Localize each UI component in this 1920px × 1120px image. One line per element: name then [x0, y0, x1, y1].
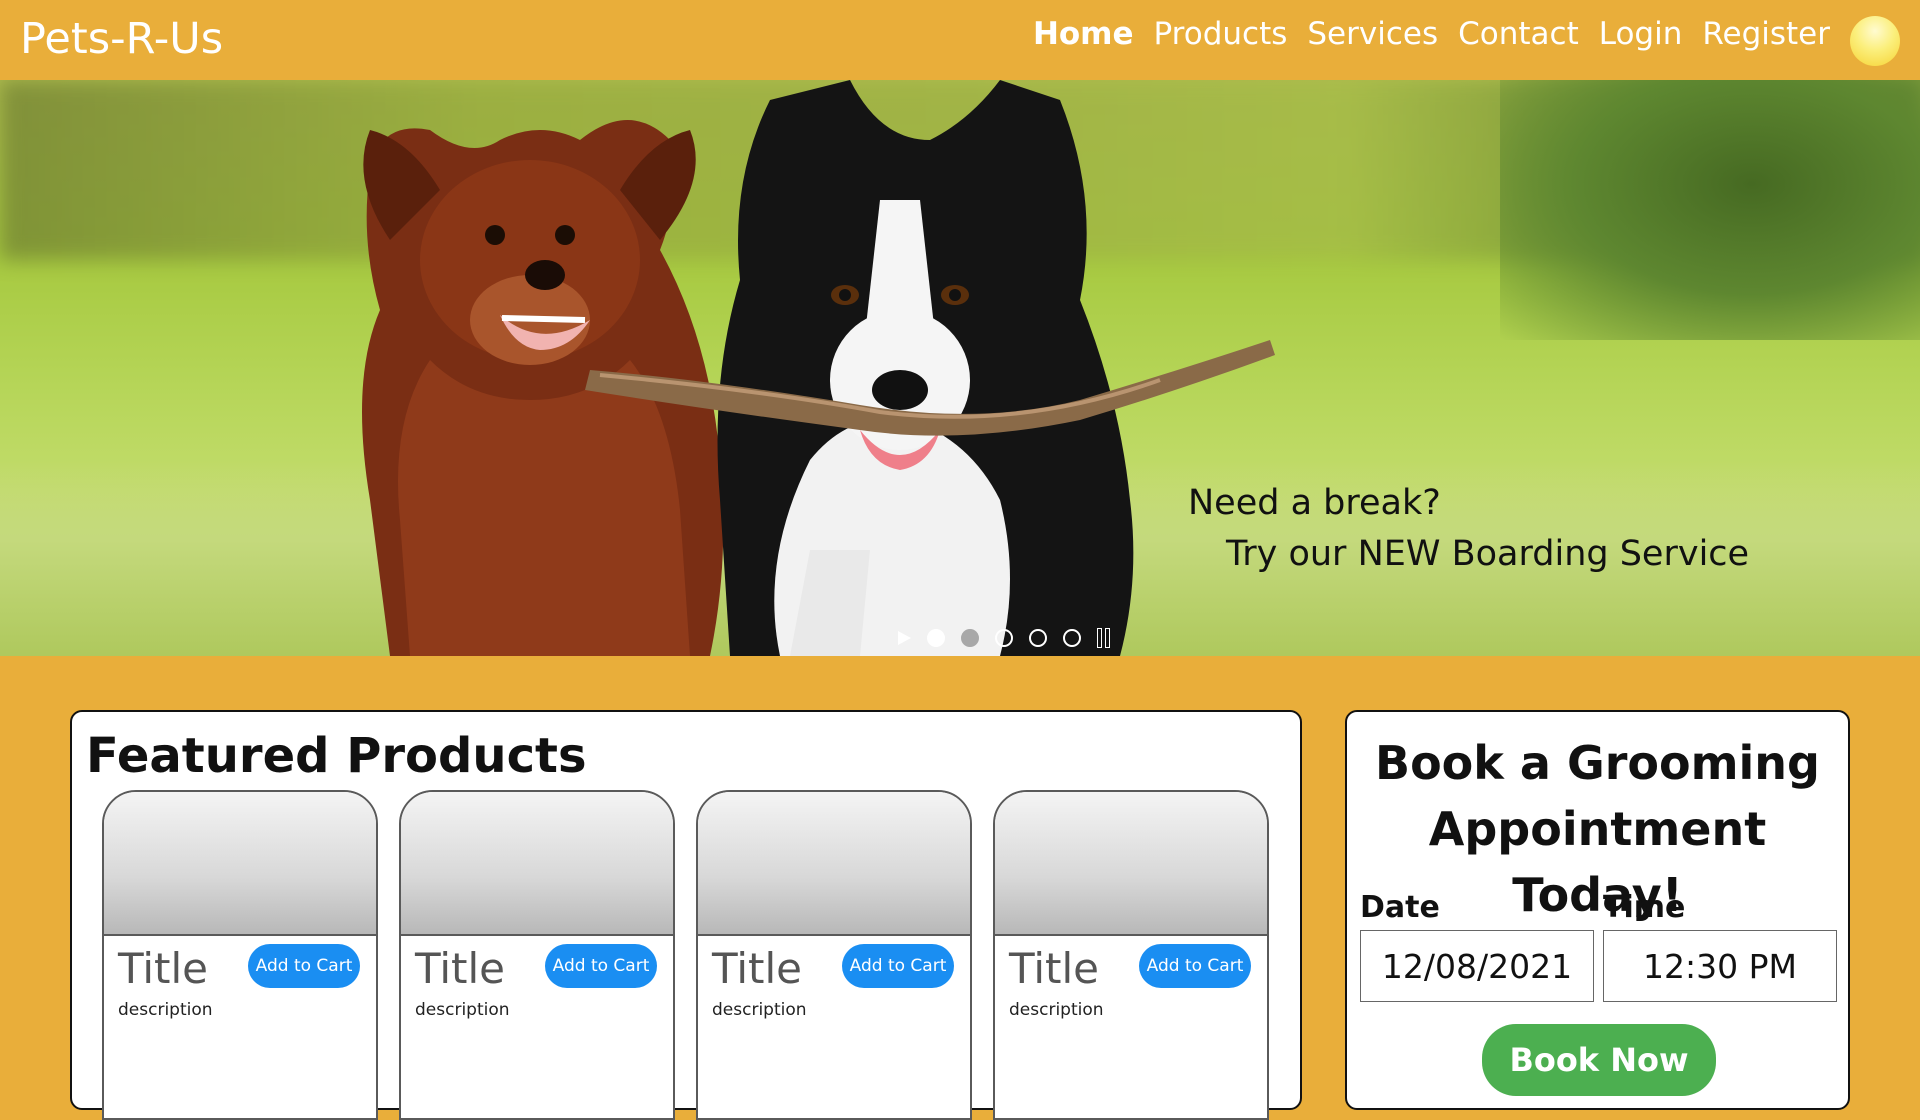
product-image-placeholder	[995, 792, 1267, 936]
hero-carousel: Need a break? Try our NEW Boarding Servi…	[0, 80, 1920, 656]
nav-contact[interactable]: Contact	[1458, 16, 1579, 53]
product-card[interactable]: Title Add to Cart description	[696, 790, 972, 1120]
site-logo[interactable]: Pets-R-Us	[20, 14, 223, 66]
nav-products[interactable]: Products	[1154, 16, 1288, 53]
product-description: description	[118, 1000, 213, 1020]
carousel-dot-3[interactable]	[995, 629, 1013, 647]
date-label: Date	[1360, 890, 1440, 925]
product-card[interactable]: Title Add to Cart description	[399, 790, 675, 1120]
time-field[interactable]	[1603, 930, 1837, 1002]
product-description: description	[712, 1000, 807, 1020]
hero-subheadline: Try our NEW Boarding Service	[1226, 534, 1750, 574]
booking-heading-line1: Book a Grooming	[1375, 736, 1820, 790]
add-to-cart-button[interactable]: Add to Cart	[1139, 944, 1251, 988]
nav-register[interactable]: Register	[1702, 16, 1830, 53]
stick-image	[585, 340, 1275, 436]
product-image-placeholder	[104, 792, 376, 936]
product-image-placeholder	[698, 792, 970, 936]
time-label: Time	[1603, 890, 1686, 925]
add-to-cart-button[interactable]: Add to Cart	[248, 944, 360, 988]
user-avatar-icon[interactable]	[1850, 16, 1900, 66]
carousel-dot-1[interactable]	[927, 629, 945, 647]
product-title: Title	[415, 944, 506, 993]
hero-background-trees	[1500, 80, 1920, 340]
carousel-dot-5[interactable]	[1063, 629, 1081, 647]
product-description: description	[415, 1000, 510, 1020]
book-now-button[interactable]: Book Now	[1482, 1024, 1716, 1096]
product-title: Title	[712, 944, 803, 993]
product-card[interactable]: Title Add to Cart description	[102, 790, 378, 1120]
product-title: Title	[1009, 944, 1100, 993]
nav-services[interactable]: Services	[1307, 16, 1438, 53]
hero-headline: Need a break?	[1188, 483, 1441, 523]
carousel-controls	[898, 627, 1111, 649]
grooming-booking-panel: Book a Grooming Appointment Today! Date …	[1345, 710, 1850, 1110]
product-image-placeholder	[401, 792, 673, 936]
carousel-dot-2[interactable]	[961, 629, 979, 647]
play-icon[interactable]	[898, 631, 911, 645]
featured-products-panel: Featured Products Title Add to Cart desc…	[70, 710, 1302, 1120]
add-to-cart-button[interactable]: Add to Cart	[545, 944, 657, 988]
date-field[interactable]	[1360, 930, 1594, 1002]
pause-icon[interactable]	[1097, 628, 1111, 648]
featured-products-heading: Featured Products	[86, 728, 587, 784]
add-to-cart-button[interactable]: Add to Cart	[842, 944, 954, 988]
product-description: description	[1009, 1000, 1104, 1020]
booking-heading-line2: Appointment Today!	[1428, 802, 1767, 922]
top-navbar: Pets-R-Us Home Products Services Contact…	[0, 0, 1920, 80]
nav-login[interactable]: Login	[1599, 16, 1683, 53]
product-title: Title	[118, 944, 209, 993]
product-card[interactable]: Title Add to Cart description	[993, 790, 1269, 1120]
nav-home[interactable]: Home	[1033, 16, 1134, 53]
main-nav: Home Products Services Contact Login Reg…	[1033, 16, 1830, 53]
carousel-dot-4[interactable]	[1029, 629, 1047, 647]
